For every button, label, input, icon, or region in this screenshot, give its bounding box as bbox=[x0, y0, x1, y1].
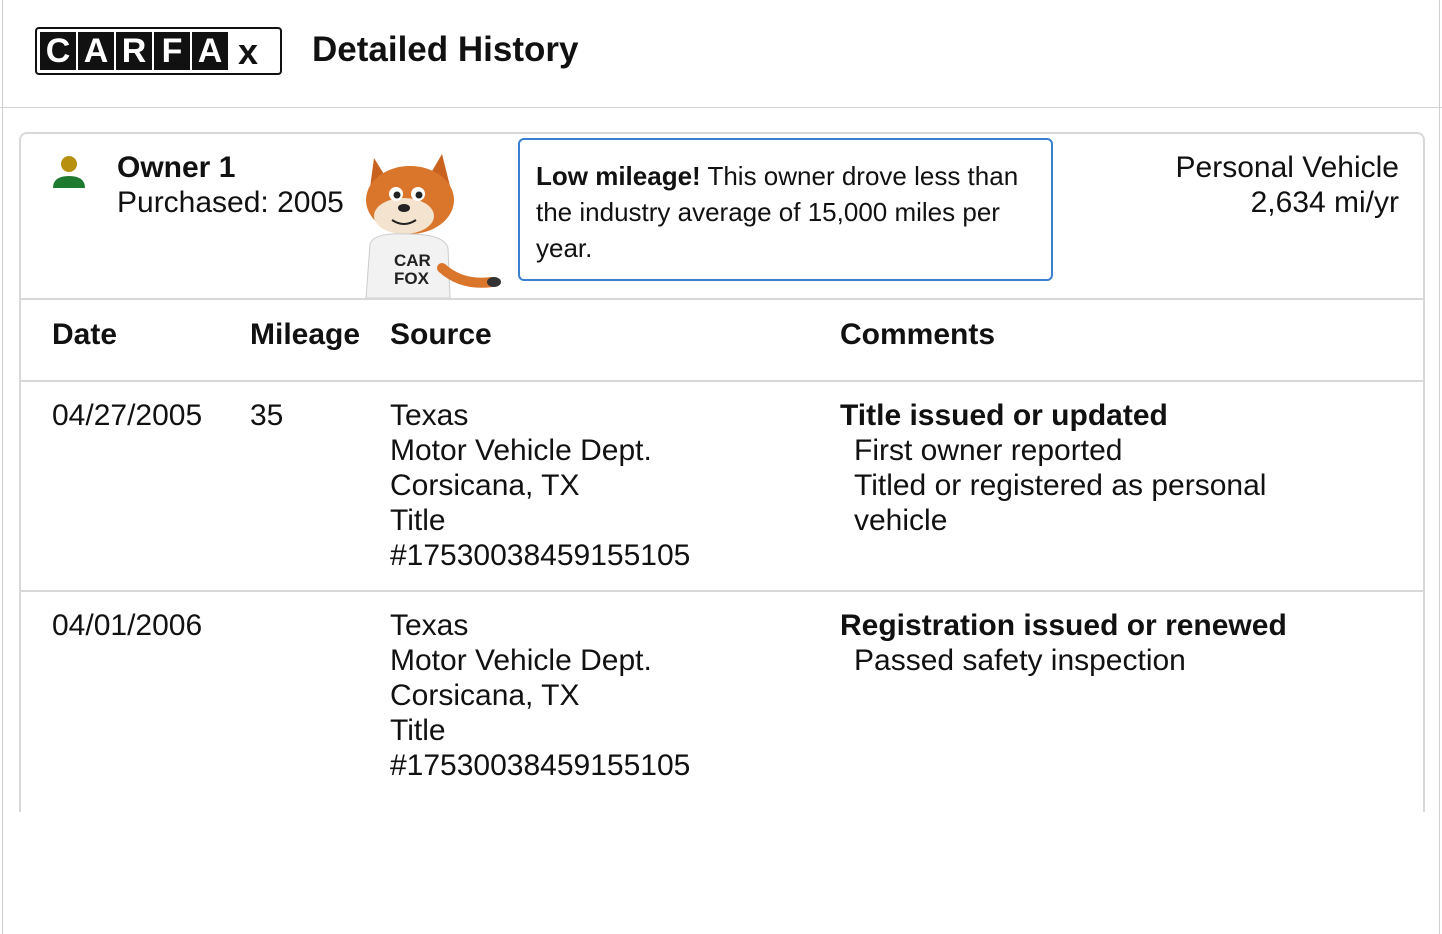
svg-text:CAR: CAR bbox=[394, 251, 431, 270]
logo-letter: C bbox=[40, 32, 76, 70]
source-line: #17530038459155105 bbox=[390, 749, 691, 782]
header-source: Source bbox=[390, 318, 492, 351]
row-date: 04/01/2006 bbox=[52, 609, 203, 642]
comment-line: Titled or registered as personal vehicle bbox=[854, 469, 1267, 537]
source-line: Corsicana, TX bbox=[390, 679, 580, 712]
comment-title: Title issued or updated bbox=[840, 399, 1168, 432]
logo-letter: R bbox=[116, 32, 152, 70]
source-line: Title bbox=[390, 504, 446, 537]
row-source: Texas Motor Vehicle Dept. Corsicana, TX … bbox=[390, 608, 690, 783]
table-row: 04/27/2005 35 Texas Motor Vehicle Dept. … bbox=[19, 382, 1425, 592]
carfox-mascot-icon: CAR FOX bbox=[365, 154, 501, 298]
header: C A R F A x Detailed History bbox=[0, 0, 1442, 108]
comment-line: Passed safety inspection bbox=[854, 644, 1186, 677]
header-date: Date bbox=[52, 318, 118, 351]
row-date: 04/27/2005 bbox=[52, 399, 203, 432]
header-comments: Comments bbox=[840, 318, 996, 351]
source-line: Motor Vehicle Dept. bbox=[390, 434, 652, 467]
logo-letter: F bbox=[154, 32, 190, 70]
logo-letter: A bbox=[78, 32, 114, 70]
row-mileage: 35 bbox=[250, 399, 284, 432]
owner-info: Owner 1 Purchased: 2005 bbox=[117, 150, 344, 220]
carfax-logo: C A R F A x bbox=[35, 27, 282, 75]
purchased-year: Purchased: 2005 bbox=[117, 186, 344, 219]
comment-title: Registration issued or renewed bbox=[840, 609, 1287, 642]
page-title: Detailed History bbox=[312, 30, 579, 69]
person-icon bbox=[53, 156, 85, 188]
logo-letter: x bbox=[230, 32, 266, 70]
usage-type: Personal Vehicle bbox=[1175, 151, 1399, 184]
vehicle-usage: Personal Vehicle 2,634 mi/yr bbox=[1176, 150, 1399, 220]
usage-rate: 2,634 mi/yr bbox=[1250, 186, 1399, 219]
history-table: Date Mileage Source Comments 04/27/2005 … bbox=[19, 298, 1425, 807]
comment-line: First owner reported bbox=[854, 434, 1123, 467]
source-line: Texas bbox=[390, 609, 469, 642]
table-header: Date Mileage Source Comments bbox=[19, 300, 1425, 382]
svg-text:FOX: FOX bbox=[394, 269, 430, 288]
owner-name: Owner 1 bbox=[117, 151, 236, 184]
source-line: Texas bbox=[390, 399, 469, 432]
row-comments: Title issued or updated First owner repo… bbox=[840, 398, 1320, 538]
source-line: Corsicana, TX bbox=[390, 469, 580, 502]
row-comments: Registration issued or renewed Passed sa… bbox=[840, 608, 1320, 678]
source-line: Title bbox=[390, 714, 446, 747]
source-line: #17530038459155105 bbox=[390, 539, 691, 572]
table-row: 04/01/2006 Texas Motor Vehicle Dept. Cor… bbox=[19, 592, 1425, 807]
header-mileage: Mileage bbox=[250, 318, 361, 351]
source-line: Motor Vehicle Dept. bbox=[390, 644, 652, 677]
low-mileage-callout: Low mileage! This owner drove less than … bbox=[518, 138, 1053, 281]
callout-bold: Low mileage! bbox=[536, 161, 701, 191]
logo-letter: A bbox=[192, 32, 228, 70]
row-source: Texas Motor Vehicle Dept. Corsicana, TX … bbox=[390, 398, 690, 573]
